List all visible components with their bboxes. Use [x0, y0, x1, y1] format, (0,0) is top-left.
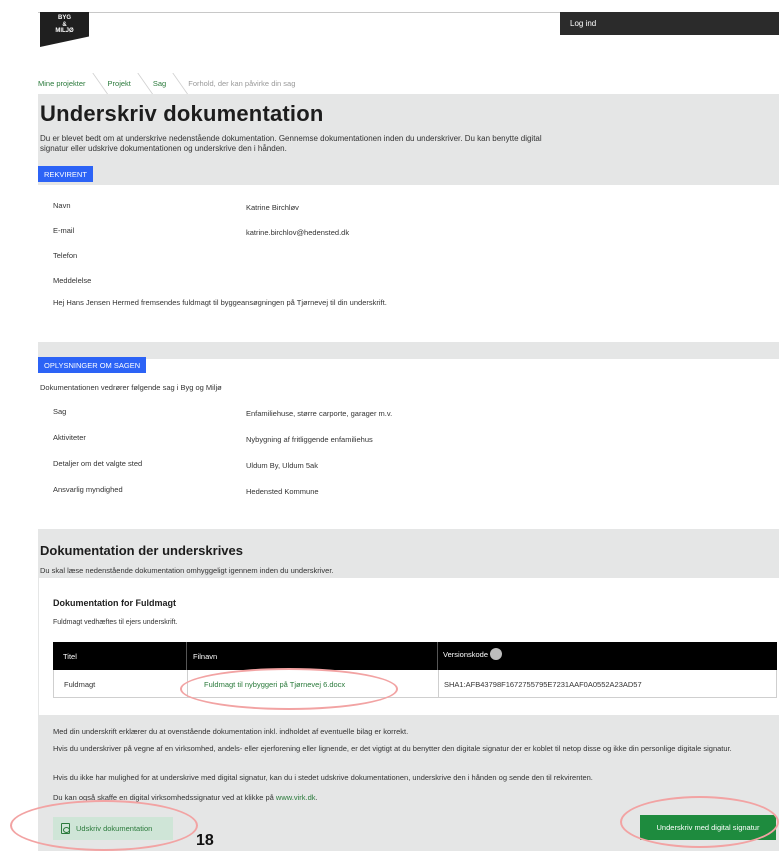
breadcrumb-current: Forhold, der kan påvirke din sag: [188, 78, 296, 88]
email-value: katrine.birchlov@hedensted.dk: [246, 228, 350, 237]
annotation-number: 18: [196, 832, 214, 849]
aktiviteter-value: Nybygning af fritliggende enfamiliehus: [246, 435, 373, 444]
virk-text: Du kan også skaffe en digital virksomhed…: [53, 792, 768, 803]
col-title: Titel: [63, 652, 77, 661]
print-instructions-text: Hvis du ikke har mulighed for at undersk…: [53, 773, 593, 782]
breadcrumb-mine-projekter[interactable]: Mine projekter: [38, 79, 108, 88]
col-divider: [437, 642, 438, 670]
sign-digital-button[interactable]: Underskriv med digital signatur: [640, 815, 776, 840]
virk-link[interactable]: www.virk.dk: [276, 793, 316, 802]
detaljer-label: Detaljer om det valgte sted: [53, 459, 143, 468]
rekvirent-content: [38, 185, 779, 342]
dokumentation-title: Dokumentation der underskrives: [40, 543, 243, 558]
byg-miljo-logo[interactable]: BYG & MILJØ: [40, 12, 89, 47]
col-version: Versionskode: [443, 647, 503, 660]
document-file-link[interactable]: Fuldmagt til nybyggeri på Tjørnevej 6.do…: [204, 680, 345, 689]
col-filename: Filnavn: [193, 652, 218, 661]
login-bar: Log ind: [560, 12, 779, 35]
email-label: E-mail: [53, 226, 75, 235]
virk-prefix: Du kan også skaffe en digital virksomhed…: [53, 793, 276, 802]
breadcrumb-projekt[interactable]: Projekt: [108, 79, 153, 88]
virk-suffix: .: [315, 793, 318, 802]
col-divider: [438, 670, 439, 697]
sag-tag: OPLYSNINGER OM SAGEN: [38, 357, 147, 373]
info-icon[interactable]: [490, 647, 503, 660]
dokumentation-subtitle: Du skal læse nedenstående dokumentation …: [40, 566, 334, 575]
name-value: Katrine Birchløv: [246, 203, 299, 212]
col-divider: [186, 642, 187, 670]
breadcrumb: Mine projekter Projekt Sag Forhold, der …: [38, 75, 317, 91]
myndighed-value: Hedensted Kommune: [246, 487, 319, 496]
page-intro: Du er blevet bedt om at underskrive nede…: [40, 134, 542, 153]
detaljer-value: Uldum By, Uldum 5ak: [246, 461, 318, 470]
message-value: Hej Hans Jensen Hermed fremsendes fuldma…: [53, 298, 387, 307]
breadcrumb-sag[interactable]: Sag: [153, 79, 188, 88]
print-button-label: Udskriv dokumentation: [76, 824, 153, 833]
sag-value: Enfamiliehuse, større carporte, garager …: [246, 409, 393, 418]
pdf-icon: [61, 823, 70, 834]
sag-label: Sag: [53, 407, 67, 416]
row-version: SHA1:AFB43798F1672755795E7231AAF0A0552A2…: [444, 680, 642, 689]
table-row: Fuldmagt Fuldmagt til nybyggeri på Tjørn…: [53, 670, 777, 698]
myndighed-label: Ansvarlig myndighed: [53, 485, 123, 494]
col-version-label: Versionskode: [443, 650, 489, 659]
name-label: Navn: [53, 201, 71, 210]
login-link[interactable]: Log ind: [570, 19, 596, 28]
print-documentation-button[interactable]: Udskriv dokumentation: [53, 817, 173, 840]
sag-spacer: [38, 342, 779, 359]
aktiviteter-label: Aktiviteter: [53, 433, 86, 442]
logo-line-3: MILJØ: [55, 28, 74, 34]
page-title: Underskriv dokumentation: [40, 101, 324, 126]
document-subtitle: Fuldmagt vedhæftes til ejers underskrift…: [53, 619, 178, 626]
rekvirent-tag: REKVIRENT: [38, 166, 93, 182]
company-signature-text: Hvis du underskriver på vegne af en virk…: [53, 744, 732, 753]
col-divider: [187, 670, 188, 697]
document-title: Dokumentation for Fuldmagt: [53, 598, 176, 608]
message-label: Meddelelse: [53, 276, 92, 285]
row-title: Fuldmagt: [64, 680, 96, 689]
phone-label: Telefon: [53, 251, 78, 260]
sag-intro: Dokumentationen vedrører følgende sag i …: [40, 383, 222, 392]
document-table-header: Titel Filnavn Versionskode: [53, 642, 777, 670]
declaration-text: Med din underskrift erklærer du at ovens…: [53, 727, 409, 736]
